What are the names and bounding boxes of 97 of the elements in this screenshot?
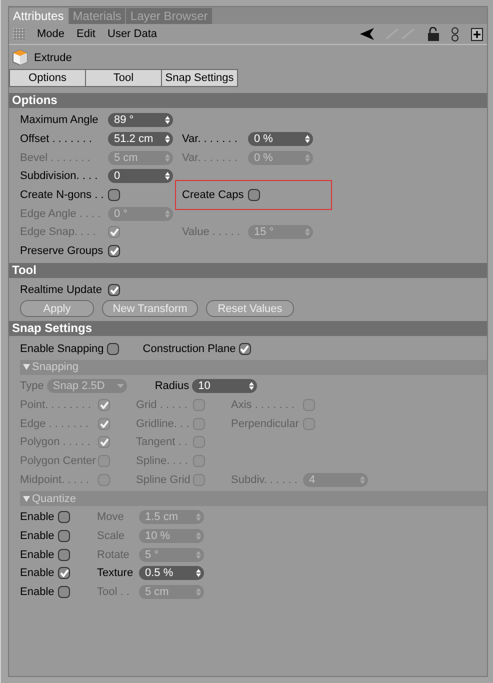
field-label: Subdiv. . . . . . [231, 474, 298, 486]
checkmark-icon [110, 247, 118, 256]
checkbox[interactable] [58, 511, 70, 524]
menu-item[interactable]: User Data [108, 28, 158, 40]
field-label: Gridline. . . [136, 418, 190, 430]
menu-item[interactable]: Edit [76, 28, 96, 40]
number-field[interactable]: 0.5 % [139, 566, 204, 580]
spin-arrows-icon[interactable] [165, 172, 170, 180]
field-label: Realtime Update [20, 284, 103, 296]
caret-icon [116, 384, 124, 388]
field-label: Var. . . . . . . [182, 152, 238, 164]
field-label: Subdivision. . . . [20, 170, 99, 182]
section-tab[interactable]: Snap Settings [161, 69, 238, 87]
section-tab[interactable]: Tool [85, 69, 162, 87]
field-label: Type [20, 380, 44, 392]
group-title: Snapping [32, 361, 78, 374]
panel-tab[interactable]: Attributes [9, 8, 68, 24]
field-label: Enable [20, 511, 56, 524]
field-label: Midpoint. . . . . [20, 474, 90, 486]
checkmark-icon [100, 420, 108, 428]
checkbox[interactable] [106, 342, 119, 355]
field-label: Texture [97, 567, 134, 580]
field-label: Scale [97, 530, 126, 542]
field-label: Enable [20, 567, 56, 580]
checkmark-icon [60, 569, 68, 578]
checkbox[interactable] [58, 586, 70, 598]
panel-tab[interactable]: Materials [68, 8, 126, 24]
menu-item[interactable]: Mode [37, 28, 65, 40]
group-title: Quantize [32, 492, 76, 504]
checkbox[interactable] [108, 284, 120, 296]
checkbox[interactable] [238, 342, 251, 355]
number-field[interactable]: 89 ° [108, 113, 173, 128]
lock-icon[interactable] [428, 27, 439, 41]
section-tab[interactable]: Options [9, 69, 86, 87]
group-header[interactable]: Snapping [20, 360, 487, 375]
field-label: Spline. . . . [136, 454, 189, 467]
field-label: Var. . . . . . . [182, 133, 238, 146]
new-panel-icon[interactable] [471, 28, 483, 40]
field-label: Offset . . . . . . . [20, 133, 93, 146]
field-label: Move [97, 511, 125, 524]
checkmark-icon [110, 286, 118, 294]
number-field[interactable]: 51.2 cm [108, 132, 173, 146]
section-header: Options [9, 93, 487, 108]
field-label: Spline Grid [136, 474, 192, 486]
number-field[interactable]: 10 [192, 379, 258, 394]
field-label: Polygon . . . . . [20, 436, 92, 448]
field-label: Radius [154, 380, 190, 392]
checkbox[interactable] [58, 567, 70, 580]
checkmark-icon [100, 438, 108, 446]
back-arrow-icon[interactable] [360, 28, 374, 40]
group-header[interactable]: Quantize [20, 491, 487, 506]
section-header: Tool [9, 262, 487, 278]
field-label: Point. . . . . . . . [20, 398, 92, 411]
grip-icon [13, 28, 25, 40]
number-field[interactable]: 0 [108, 169, 173, 184]
field-label: Enable Snapping [20, 342, 104, 355]
field-label: Create N-gons . . [20, 189, 105, 202]
checkbox[interactable] [58, 548, 70, 561]
circles-icon[interactable] [451, 26, 459, 42]
field-label: Tangent . . [136, 436, 188, 448]
field-label: Enable [20, 548, 56, 561]
field-label: Maximum Angle [20, 114, 100, 126]
cube-icon [12, 49, 28, 66]
checkbox[interactable] [108, 189, 120, 202]
field-label: Perpendicular [231, 418, 300, 430]
field-label: Create Caps [182, 189, 245, 202]
spin-arrows-icon[interactable] [196, 569, 201, 578]
field-label: Axis . . . . . . . [231, 398, 296, 411]
field-label: Polygon Center [20, 454, 97, 467]
object-name: Extrude [34, 52, 72, 64]
field-label: Edge Angle . . . . [20, 208, 102, 220]
number-field[interactable]: 0 % [248, 132, 313, 146]
spin-arrows-icon[interactable] [165, 135, 170, 144]
field-label: Bevel . . . . . . . [20, 152, 92, 164]
field-label: Grid . . . . . [136, 398, 188, 411]
checkmark-icon [100, 400, 108, 409]
field-label: Preserve Groups [20, 245, 104, 258]
field-label: Construction Plane [142, 342, 236, 355]
field-label: Tool . . [97, 586, 130, 598]
section-header: Snap Settings [9, 321, 487, 336]
field-label: Enable [20, 530, 56, 542]
checkbox[interactable] [108, 245, 120, 258]
checkmark-icon [110, 228, 118, 236]
spin-arrows-icon[interactable] [305, 135, 310, 144]
field-label: Rotate [97, 548, 130, 561]
triangle-icon [23, 496, 30, 502]
checkmark-icon [240, 344, 250, 353]
field-label: Edge . . . . . . . [20, 418, 90, 430]
field-label: Edge Snap. . . . [20, 226, 97, 238]
checkbox[interactable] [248, 189, 260, 202]
spin-arrows-icon[interactable] [165, 116, 170, 124]
panel-tab[interactable]: Layer Browser [126, 8, 212, 24]
field-label: Value . . . . . [182, 226, 241, 238]
checkbox[interactable] [58, 530, 70, 542]
triangle-icon [23, 364, 30, 370]
field-label: Enable [20, 586, 56, 598]
spin-arrows-icon[interactable] [249, 382, 254, 390]
